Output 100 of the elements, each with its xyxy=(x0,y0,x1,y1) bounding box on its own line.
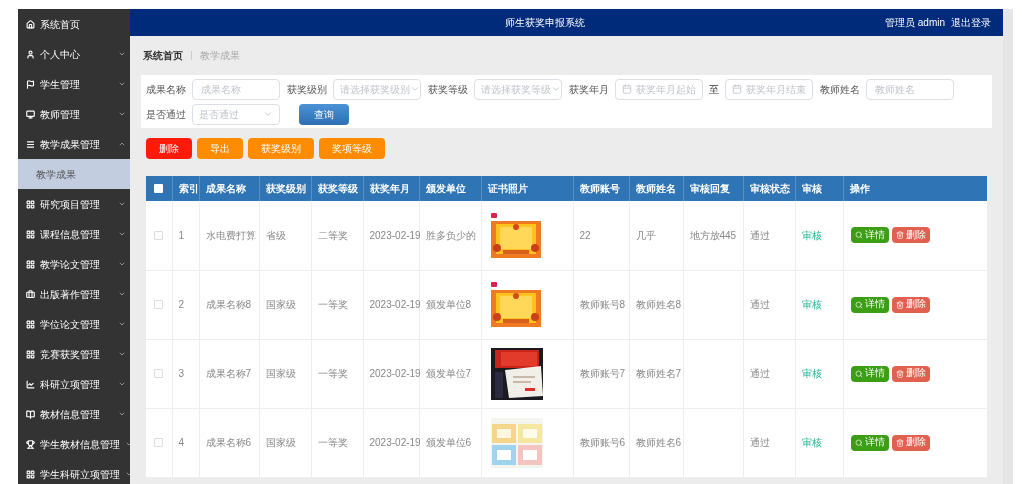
sidebar-item[interactable]: 教学论文管理 xyxy=(18,249,130,279)
column-header: 教师账号 xyxy=(573,176,629,201)
checkbox[interactable] xyxy=(154,369,164,378)
trash-icon xyxy=(895,438,904,447)
logout-link[interactable]: 退出登录 xyxy=(951,15,991,30)
table-cell: 2023-02-19 xyxy=(363,339,419,408)
sidebar-item[interactable]: 系统首页 xyxy=(18,9,130,39)
grid-icon xyxy=(26,349,35,359)
details-button[interactable]: 详情 xyxy=(850,434,889,451)
caret-icon xyxy=(125,470,133,478)
audit-link[interactable]: 审核 xyxy=(801,229,822,241)
table-cell: 国家级 xyxy=(259,270,311,339)
delete-button[interactable]: 删除 xyxy=(891,296,930,313)
column-header: 审核状态 xyxy=(743,176,795,201)
sidebar-item[interactable]: 学生管理 xyxy=(18,69,130,99)
column-header: 索引 xyxy=(172,176,199,201)
toolbar-button[interactable]: 获奖级别 xyxy=(248,138,314,159)
table-cell: 一等奖 xyxy=(311,339,363,408)
toolbar-button[interactable]: 导出 xyxy=(197,138,243,159)
trophy-icon xyxy=(26,439,35,449)
sidebar-item[interactable]: 竞赛获奖管理 xyxy=(18,339,130,369)
caret-icon xyxy=(118,110,126,118)
sidebar-item[interactable]: 科研立项管理 xyxy=(18,369,130,399)
column-header: 获奖等级 xyxy=(311,176,363,201)
table-cell: 二等奖 xyxy=(311,201,363,270)
sidebar-item[interactable]: 学位论文管理 xyxy=(18,309,130,339)
column-header: 操作 xyxy=(843,176,987,201)
sidebar-item[interactable]: 个人中心 xyxy=(18,39,130,69)
column-header: 教师姓名 xyxy=(629,176,683,201)
sidebar-subitem[interactable]: 教学成果 xyxy=(18,159,130,189)
breadcrumb-item[interactable]: 系统首页 xyxy=(143,48,183,63)
scrollbar[interactable] xyxy=(1003,9,1013,484)
delete-button[interactable]: 删除 xyxy=(891,434,930,451)
app-title: 师生获奖申报系统 xyxy=(505,16,585,30)
caret-icon xyxy=(118,200,126,208)
chevron-icon xyxy=(410,84,420,94)
field-label: 获奖级别 xyxy=(287,82,327,97)
trash-icon xyxy=(895,369,904,378)
column-header: 证书照片 xyxy=(481,176,573,201)
table-cell: 2023-02-19 xyxy=(363,201,419,270)
home-icon xyxy=(26,19,35,29)
table-cell: 省级 xyxy=(259,201,311,270)
trash-icon xyxy=(895,231,904,240)
audit-link[interactable]: 审核 xyxy=(801,368,822,379)
table-cell: 1 xyxy=(172,201,199,270)
caret-icon xyxy=(118,410,126,418)
sidebar-item[interactable]: 教材信息管理 xyxy=(18,399,130,429)
details-button[interactable]: 详情 xyxy=(850,296,889,313)
table-cell: 颁发单位7 xyxy=(419,339,481,408)
table-cell: 教师账号6 xyxy=(573,408,629,477)
caret-icon xyxy=(118,50,126,58)
caret-icon xyxy=(118,320,126,328)
table-cell: 颁发单位6 xyxy=(419,408,481,477)
details-button[interactable]: 详情 xyxy=(850,365,889,382)
table-cell: 胜多负少的 xyxy=(419,201,481,270)
checkbox[interactable] xyxy=(154,438,164,447)
column-header: 审核回复 xyxy=(683,176,743,201)
grid-icon xyxy=(26,319,35,329)
table-cell: 几乎 xyxy=(629,201,683,270)
caret-icon xyxy=(118,140,126,148)
details-button[interactable]: 详情 xyxy=(850,227,889,244)
sidebar-item[interactable]: 出版著作管理 xyxy=(18,279,130,309)
image-badge-icon xyxy=(490,212,497,218)
toolbar-button[interactable]: 删除 xyxy=(146,138,192,159)
checkbox[interactable] xyxy=(154,184,164,193)
delete-button[interactable]: 删除 xyxy=(891,365,930,382)
sidebar-item[interactable]: 学生教材信息管理 xyxy=(18,429,130,459)
sidebar-item[interactable]: 研究项目管理 xyxy=(18,189,130,219)
query-button[interactable]: 查询 xyxy=(299,103,349,125)
table-cell: 通过 xyxy=(743,201,795,270)
image-badge-icon xyxy=(490,282,497,287)
grid-icon xyxy=(26,469,35,479)
field-label: 教师姓名 xyxy=(820,82,860,97)
search-icon xyxy=(854,369,863,378)
checkbox[interactable] xyxy=(154,230,164,240)
table-cell: 成果名称7 xyxy=(199,339,259,408)
sidebar-item[interactable]: 教学成果管理 xyxy=(18,129,130,159)
table-cell: 成果名称6 xyxy=(199,408,259,477)
column-header: 颁发单位 xyxy=(419,176,481,201)
table-cell: 4 xyxy=(172,408,199,477)
briefcase-icon xyxy=(26,289,35,299)
caret-icon xyxy=(118,290,126,298)
chevron-icon xyxy=(551,84,561,94)
audit-link[interactable]: 审核 xyxy=(801,299,822,310)
caret-icon xyxy=(118,230,126,238)
table-cell: 通过 xyxy=(743,339,795,408)
checkbox[interactable] xyxy=(154,300,164,309)
table-cell: 教师姓名6 xyxy=(629,408,683,477)
sidebar-item[interactable]: 学生科研立项管理 xyxy=(18,459,130,484)
delete-button[interactable]: 删除 xyxy=(891,227,930,244)
audit-link[interactable]: 审核 xyxy=(801,437,822,448)
sidebar-item[interactable]: 教师管理 xyxy=(18,99,130,129)
table-cell: 一等奖 xyxy=(311,270,363,339)
sidebar-item[interactable]: 课程信息管理 xyxy=(18,219,130,249)
toolbar-button[interactable]: 奖项等级 xyxy=(319,138,385,159)
calendar-icon xyxy=(622,84,632,94)
field-label: 获奖等级 xyxy=(428,82,468,97)
table-cell: 教师姓名7 xyxy=(629,339,683,408)
calendar-icon xyxy=(732,84,742,94)
user-label: 管理员 admin xyxy=(885,16,945,30)
